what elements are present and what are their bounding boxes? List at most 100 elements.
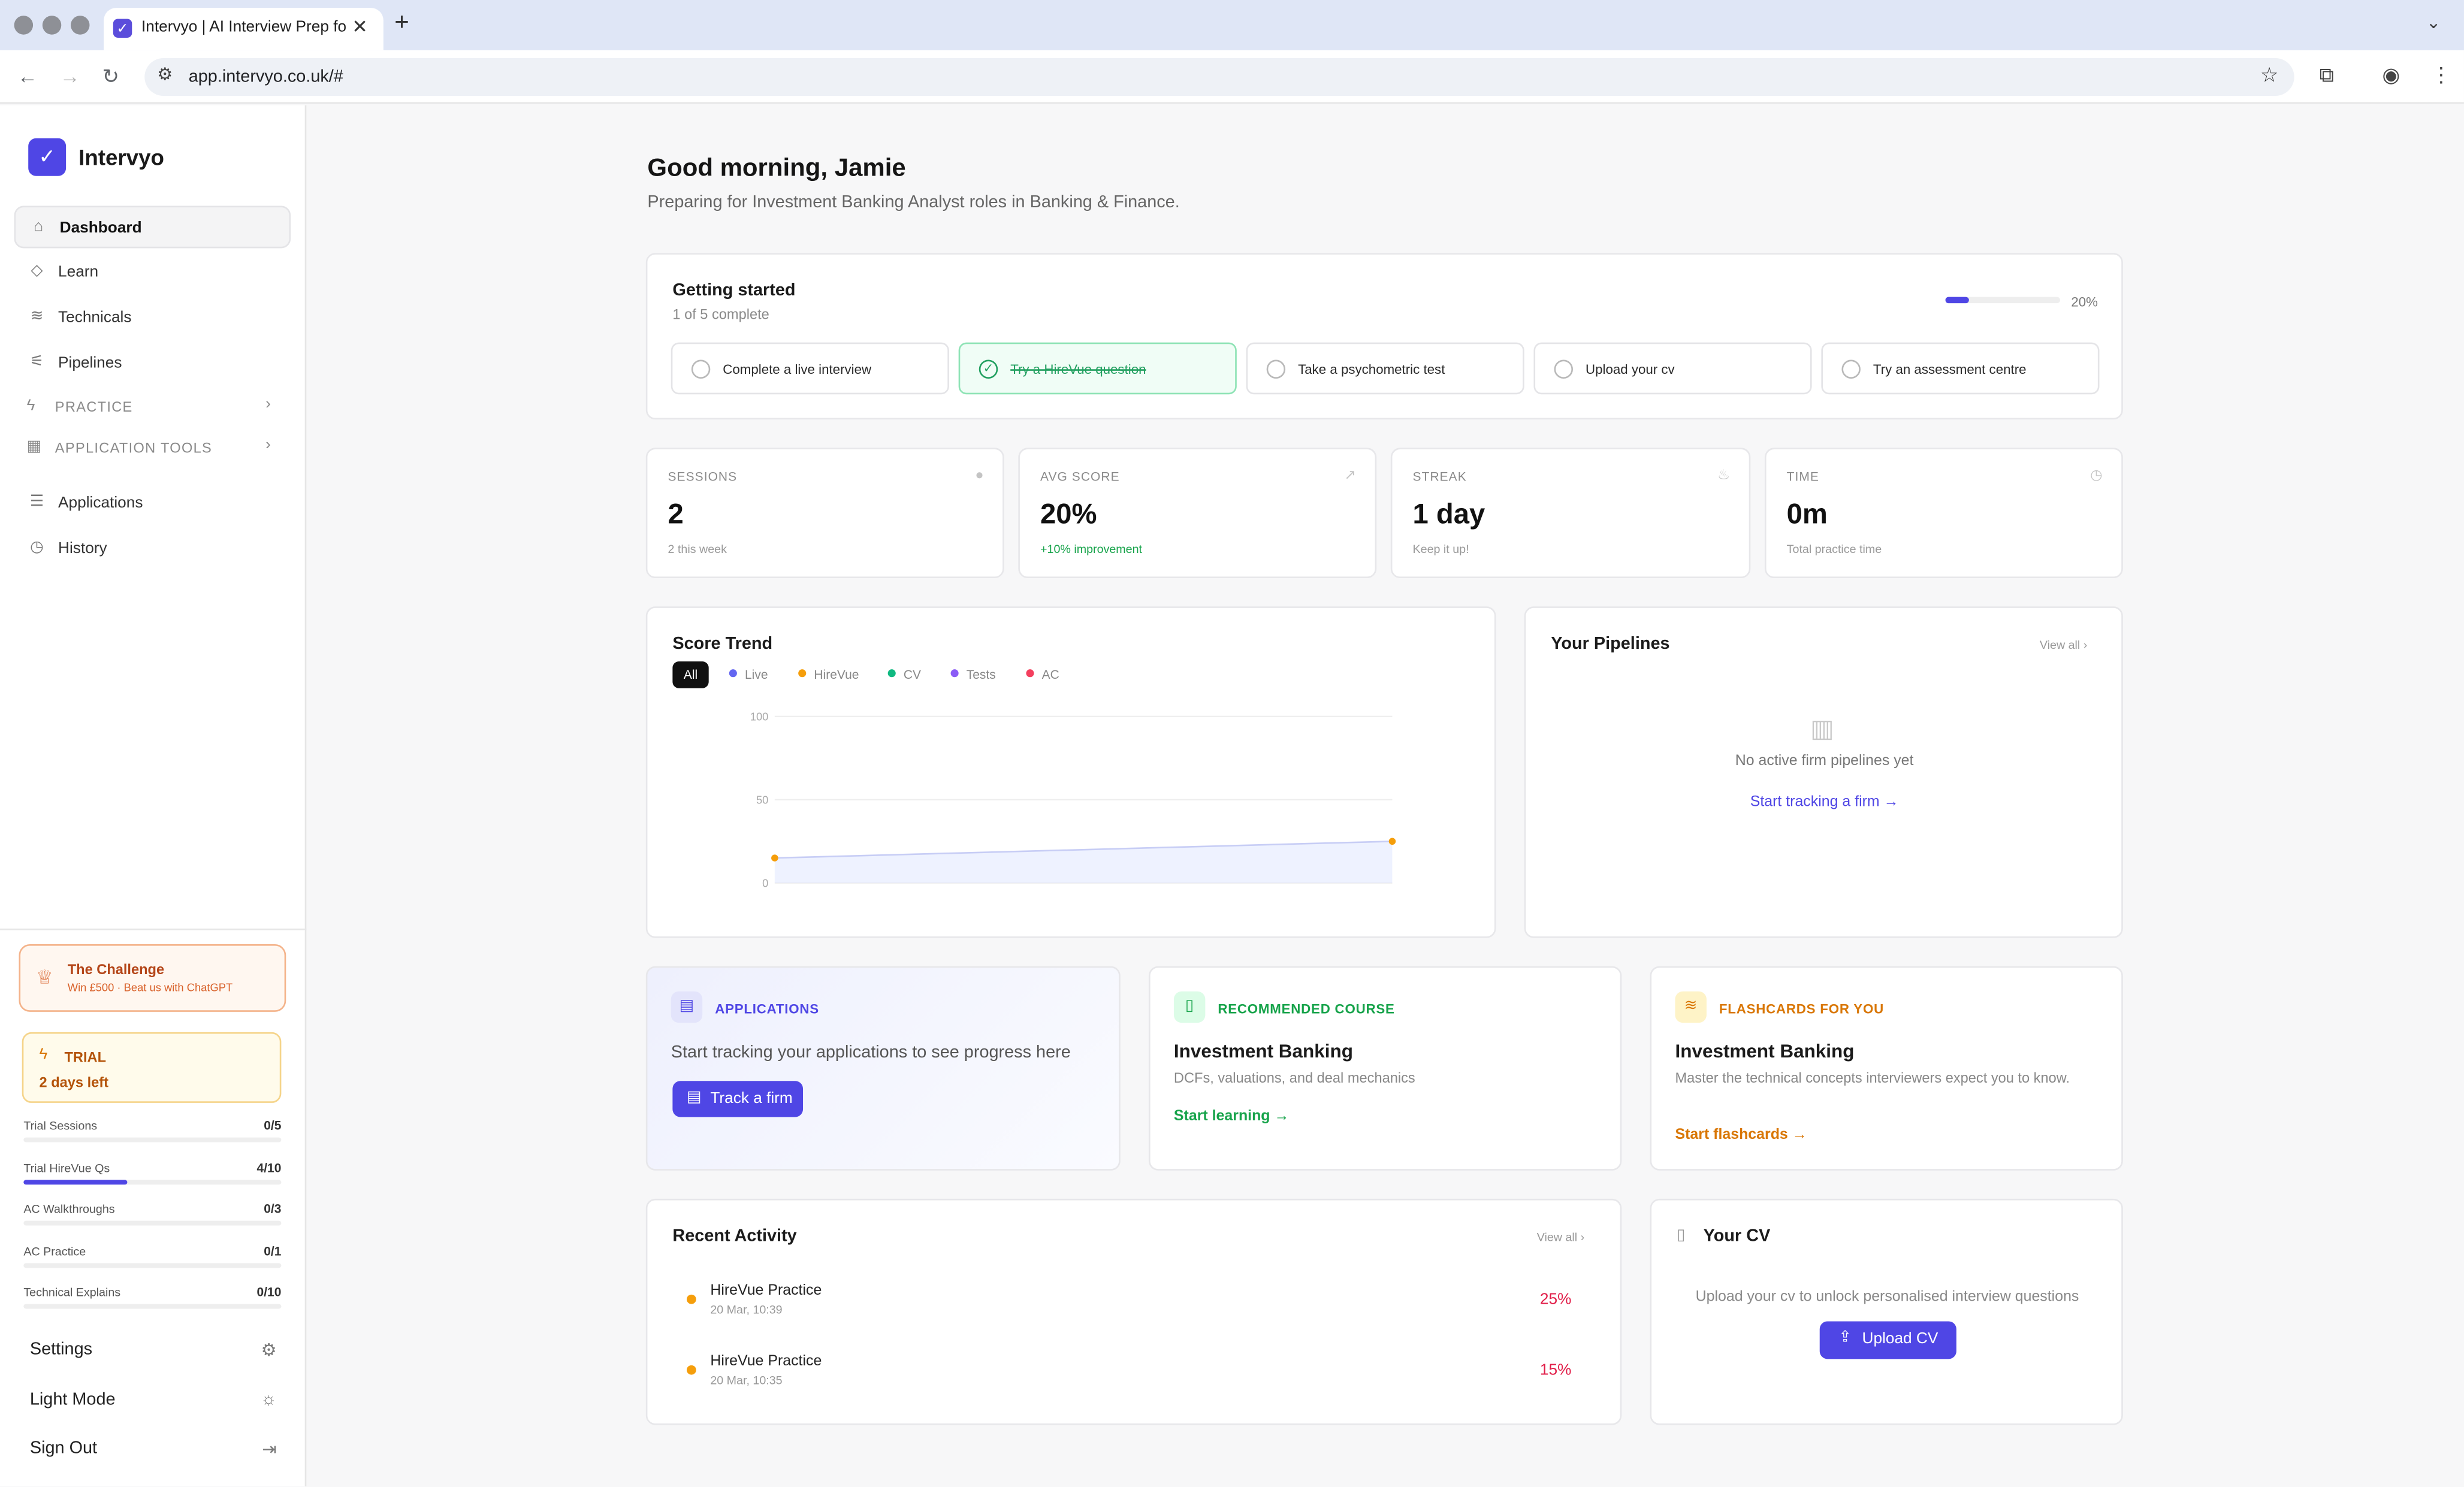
step-live-interview[interactable]: Complete a live interview — [671, 342, 949, 395]
stat-streak: STREAK 1 day Keep it up! ♨ — [1390, 448, 1751, 579]
start-tracking-link[interactable]: Start tracking a firm → — [1526, 793, 2123, 811]
reload-icon[interactable]: ↻ — [102, 65, 119, 90]
usage-name: Trial HireVue Qs — [23, 1160, 110, 1175]
nav-label: Applications — [58, 495, 143, 512]
chevron-right-icon: › — [265, 395, 272, 413]
profile-icon[interactable]: ◉ — [2383, 63, 2400, 88]
sign-out-icon: ⇥ — [262, 1440, 277, 1460]
stat-sessions: SESSIONS 2 2 this week ● — [645, 448, 1004, 579]
stat-value: 2 — [668, 498, 684, 530]
pipelines-title: Your Pipelines — [1551, 634, 1670, 654]
sign-out-link[interactable]: Sign Out ⇥ — [30, 1439, 277, 1470]
step-upload-cv[interactable]: Upload your cv — [1533, 342, 1812, 395]
clock-icon: ◷ — [30, 539, 44, 557]
usage-trial-sessions: Trial Sessions 0/5 — [23, 1119, 282, 1150]
usage-count: 0/3 — [264, 1202, 282, 1216]
step-assessment-centre[interactable]: Try an assessment centre — [1821, 342, 2100, 395]
flashcards-tag: FLASHCARDS FOR YOU — [1719, 1001, 1884, 1017]
activity-name: HireVue Practice — [710, 1282, 822, 1299]
challenge-banner[interactable]: ♕ The Challenge Win £500 · Beat us with … — [19, 944, 286, 1012]
layers-icon: ≋ — [30, 307, 44, 325]
new-tab-icon[interactable]: + — [394, 10, 409, 38]
upload-icon: ⇪ — [1838, 1329, 1852, 1347]
usage-name: Trial Sessions — [23, 1119, 98, 1133]
stat-label: TIME — [1786, 470, 1820, 484]
section-label: PRACTICE — [55, 399, 133, 415]
challenge-title: The Challenge — [67, 961, 165, 978]
usage-ac-practice: AC Practice 0/1 — [23, 1244, 282, 1276]
nav-dashboard[interactable]: ⌂ Dashboard — [14, 205, 291, 249]
flashcards-title: Investment Banking — [1675, 1040, 1855, 1062]
start-flashcards-link[interactable]: Start flashcards → — [1675, 1126, 1807, 1144]
tab-search-chevron-icon[interactable]: ⌄ — [2426, 13, 2441, 33]
graduation-cap-icon: ◇ — [31, 262, 43, 280]
nav-learn[interactable]: ◇ Learn — [14, 252, 291, 294]
window-maximize-button[interactable] — [71, 16, 90, 35]
usage-bar — [23, 1180, 282, 1185]
pipelines-empty-text: No active firm pipelines yet — [1735, 752, 1914, 770]
step-status-circle-icon — [1841, 359, 1861, 379]
step-psychometric[interactable]: Take a psychometric test — [1246, 342, 1524, 395]
stat-avg-score: AVG SCORE 20% +10% improvement ↗ — [1018, 448, 1377, 579]
nav-label: Pipelines — [58, 355, 122, 373]
activity-row[interactable]: HireVue Practice 20 Mar, 10:35 15% — [672, 1350, 1596, 1394]
bookmark-star-icon[interactable]: ☆ — [2260, 63, 2279, 88]
activity-score: 15% — [1539, 1362, 1572, 1380]
forward-arrow-icon[interactable]: → — [60, 65, 80, 88]
cv-desc: Upload your cv to unlock personalised in… — [1695, 1288, 2079, 1306]
logo-icon[interactable]: ✓ — [28, 138, 67, 176]
brand-name[interactable]: Intervyo — [78, 144, 164, 170]
light-mode-toggle[interactable]: Light Mode ☼ — [30, 1391, 277, 1422]
activity-date: 20 Mar, 10:39 — [710, 1302, 783, 1317]
series-area — [774, 841, 1393, 883]
step-hirevue[interactable]: ✓ Try a HireVue question — [958, 342, 1237, 395]
getting-started-progress-text: 1 of 5 complete — [672, 306, 769, 322]
step-label: Complete a live interview — [723, 361, 872, 377]
pipelines-card: Your Pipelines View all › ▥ No active fi… — [1524, 606, 2123, 938]
activity-view-all-link[interactable]: View all › — [1537, 1230, 1584, 1244]
usage-bar — [23, 1137, 282, 1143]
score-trend-chart: 0 50 100 — [750, 710, 1396, 889]
step-status-circle-icon — [1266, 359, 1286, 379]
browser-tab[interactable]: ✓ Intervyo | AI Interview Prep fo ✕ — [104, 8, 384, 50]
track-firm-button[interactable]: ▤ Track a firm — [672, 1081, 804, 1117]
settings-link[interactable]: Settings ⚙ — [30, 1340, 277, 1371]
nav-section-practice[interactable]: ϟ PRACTICE › — [14, 391, 291, 422]
chevron-right-icon: › — [265, 437, 272, 454]
extensions-icon[interactable]: ⧉ — [2320, 63, 2334, 88]
tab-close-icon[interactable]: ✕ — [352, 16, 367, 38]
nav-history[interactable]: ◷ History — [14, 528, 291, 570]
address-bar[interactable]: ⚙ app.intervyo.co.uk/# ☆ — [144, 58, 2294, 96]
view-all-label: View all — [1536, 1230, 1578, 1244]
upload-cv-button[interactable]: ⇪ Upload CV — [1819, 1321, 1956, 1359]
nav-label: Technicals — [58, 309, 132, 327]
nav-pipelines[interactable]: ⚟ Pipelines — [14, 343, 291, 385]
start-learning-link[interactable]: Start learning → — [1174, 1108, 1289, 1125]
nav-applications[interactable]: ☰ Applications — [14, 482, 291, 525]
browser-menu-icon[interactable]: ⋮ — [2431, 63, 2451, 88]
url-text[interactable]: app.intervyo.co.uk/# — [189, 68, 343, 86]
course-title: Investment Banking — [1173, 1040, 1353, 1062]
getting-started-progress-bar — [1945, 297, 2060, 304]
recommended-course-card: ▯ RECOMMENDED COURSE Investment Banking … — [1148, 966, 1622, 1171]
site-settings-icon[interactable]: ⚙ — [157, 65, 173, 84]
stat-note: 2 this week — [668, 542, 727, 557]
home-icon: ⌂ — [34, 218, 44, 236]
building-icon: ▤ — [686, 1089, 702, 1107]
activity-row[interactable]: HireVue Practice 20 Mar, 10:39 25% — [672, 1279, 1596, 1323]
stat-label: SESSIONS — [668, 470, 738, 484]
y-tick-label: 50 — [756, 793, 768, 806]
back-arrow-icon[interactable]: ← — [17, 65, 38, 88]
stat-label: STREAK — [1412, 470, 1467, 484]
window-minimize-button[interactable] — [42, 16, 62, 35]
usage-name: AC Practice — [23, 1244, 86, 1259]
pipelines-view-all-link[interactable]: View all › — [2040, 638, 2087, 652]
nav-technicals[interactable]: ≋ Technicals — [14, 297, 291, 340]
score-trend-card: Score Trend All Live HireVue CV Tests AC… — [645, 606, 1496, 938]
stat-note: Keep it up! — [1412, 542, 1469, 557]
check-circle-icon: ✓ — [979, 359, 998, 379]
button-label: Upload CV — [1862, 1331, 1938, 1349]
nav-section-application-tools[interactable]: ▦ APPLICATION TOOLS › — [14, 432, 291, 463]
building-icon: ▥ — [1810, 716, 1834, 743]
window-close-button[interactable] — [14, 16, 34, 35]
